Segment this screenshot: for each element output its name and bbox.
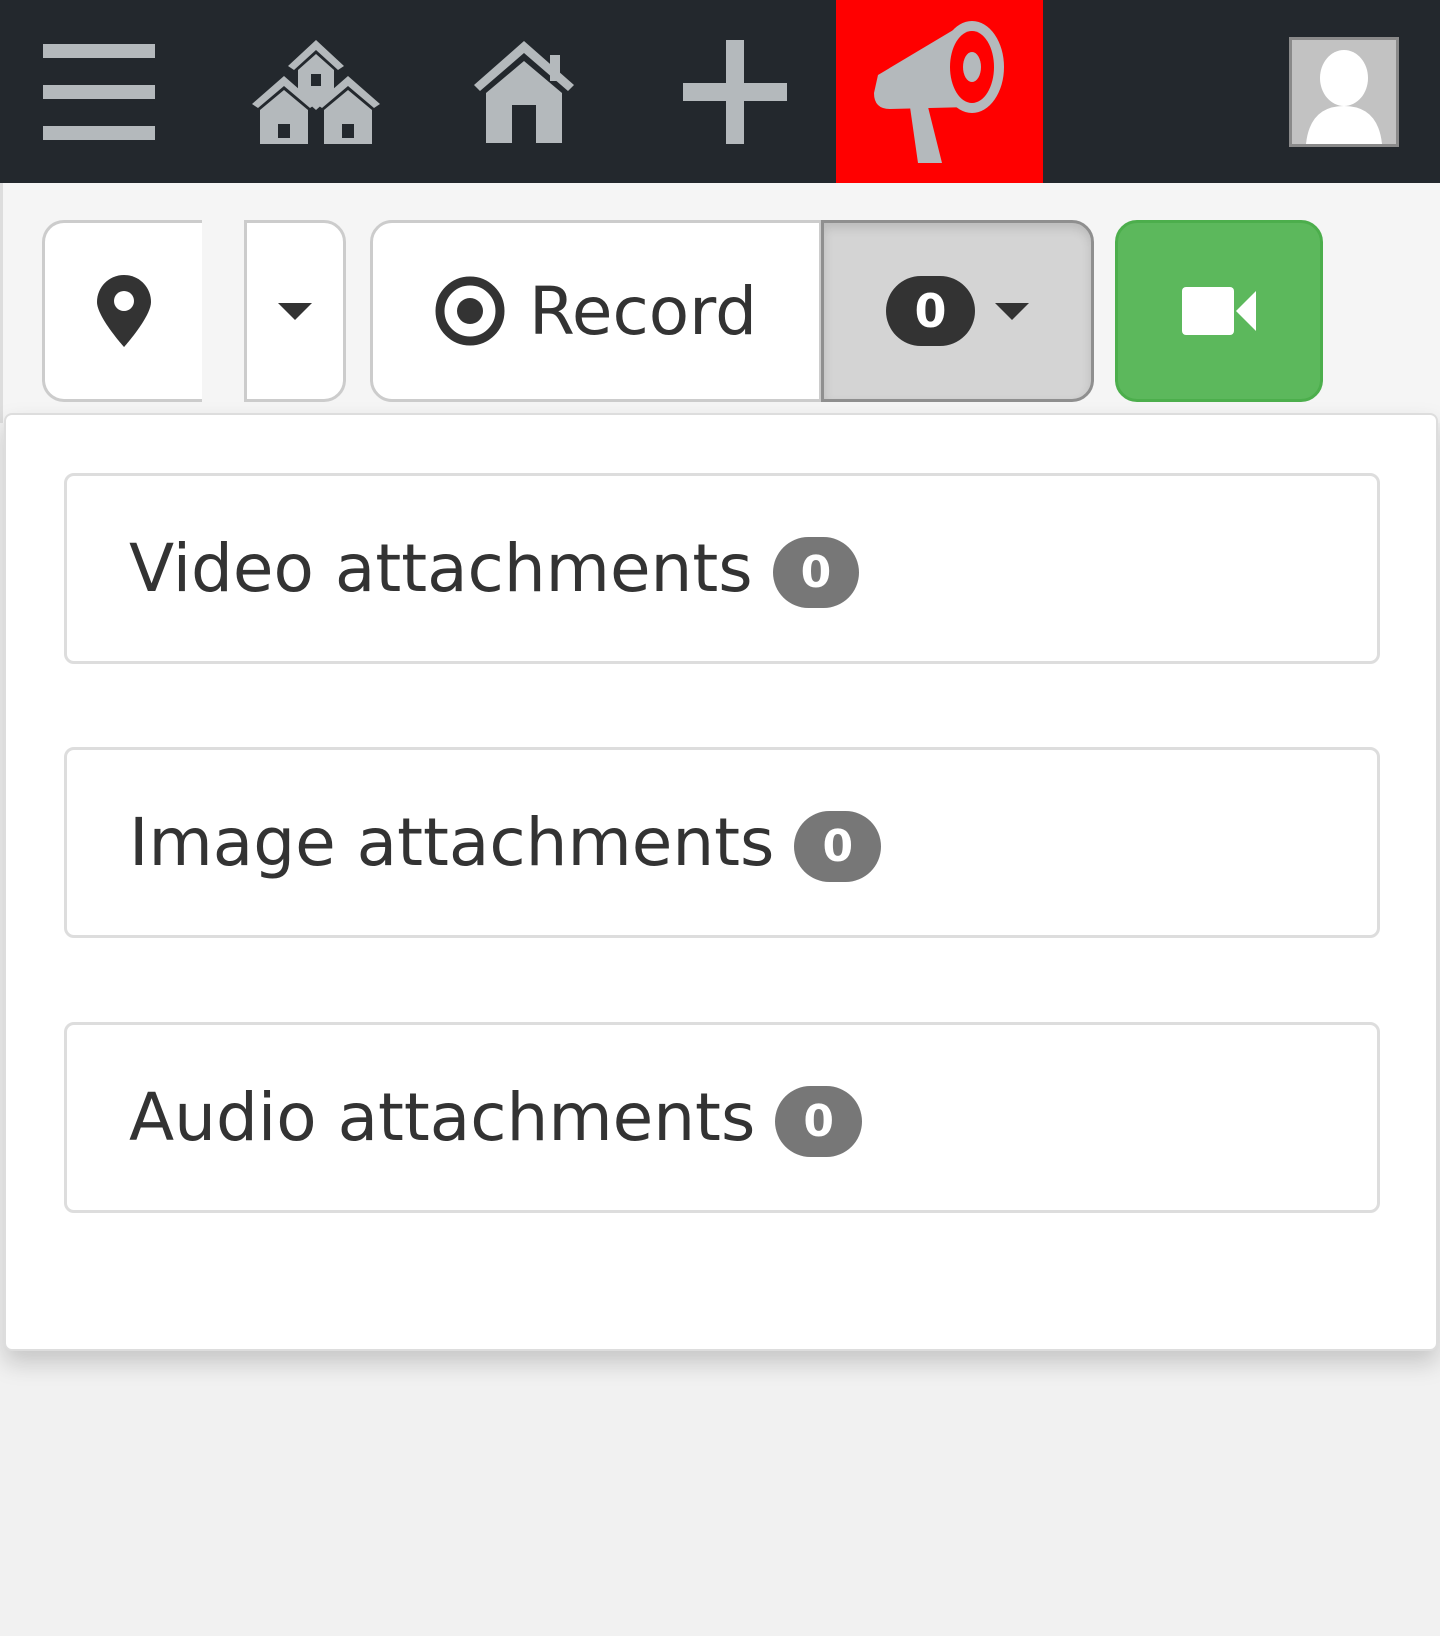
count-badge: 0 — [772, 537, 860, 608]
image-attachments-item[interactable]: Image attachments 0 — [64, 747, 1380, 938]
item-label: Video attachments — [129, 530, 753, 607]
item-label: Image attachments — [129, 804, 775, 881]
item-label: Audio attachments — [129, 1079, 756, 1156]
map-marker-icon — [96, 275, 151, 347]
user-avatar-icon[interactable] — [1289, 37, 1399, 147]
record-count-badge: 0 — [886, 276, 975, 346]
neighborhood-icon[interactable] — [250, 0, 382, 183]
video-camera-icon — [1182, 287, 1256, 335]
record-label: Record — [528, 272, 758, 350]
megaphone-icon[interactable] — [836, 0, 1043, 183]
location-button[interactable] — [42, 220, 202, 402]
caret-down-icon — [994, 302, 1029, 320]
record-icon — [435, 276, 505, 346]
plus-icon[interactable] — [682, 0, 788, 183]
video-camera-button[interactable] — [1115, 220, 1323, 402]
audio-attachments-item[interactable]: Audio attachments 0 — [64, 1022, 1380, 1213]
navbar — [0, 0, 1440, 183]
caret-down-icon — [278, 302, 312, 320]
location-dropdown-toggle[interactable] — [244, 220, 346, 402]
attachments-dropdown-toggle[interactable]: 0 — [821, 220, 1094, 402]
video-attachments-item[interactable]: Video attachments 0 — [64, 473, 1380, 664]
count-badge: 0 — [775, 1086, 862, 1157]
record-button[interactable]: Record — [370, 220, 822, 402]
home-icon[interactable] — [472, 0, 576, 183]
menu-icon[interactable] — [40, 0, 158, 183]
count-badge: 0 — [794, 811, 882, 882]
attachments-dropdown-menu: Video attachments 0 Image attachments 0 … — [4, 413, 1438, 1351]
